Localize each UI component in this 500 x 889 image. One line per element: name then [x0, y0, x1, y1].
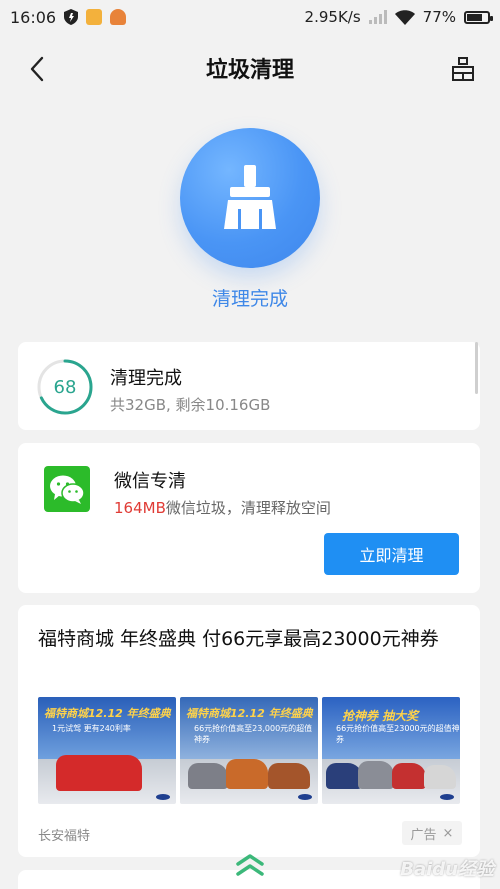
car-illustration — [326, 763, 362, 789]
storage-card-subtitle: 共32GB, 剩余10.16GB — [110, 396, 271, 414]
storage-summary-card[interactable]: 68 清理完成 共32GB, 剩余10.16GB — [18, 342, 480, 430]
ad-source: 长安福特 — [38, 829, 91, 844]
car-illustration — [226, 759, 268, 789]
network-speed: 2.95K/s — [304, 8, 361, 26]
watermark: Baidu经验 — [400, 859, 494, 880]
ad-image-subline: 66元抢价值高至23000元的超值神券 — [336, 724, 460, 744]
ad-image-headline: 福特商城12.12 年终盛典 — [44, 707, 171, 720]
cleanup-status-label: 清理完成 — [211, 288, 288, 310]
scroll-up-icon[interactable] — [235, 852, 265, 878]
ad-image-3[interactable]: 抢神券 抽大奖 66元抢价值高至23000元的超值神券 — [322, 697, 460, 804]
shield-icon — [64, 9, 79, 25]
car-illustration — [392, 763, 426, 789]
app-notification-icon — [86, 9, 103, 25]
car-illustration — [424, 765, 456, 789]
status-notification-icons — [64, 9, 127, 25]
ford-logo — [298, 794, 312, 800]
navigation-bar: 垃圾清理 — [0, 38, 500, 98]
wechat-card-description: 164MB微信垃圾，清理释放空间 — [114, 497, 331, 518]
wifi-icon — [394, 9, 415, 25]
status-right-group: 2.95K/s 77% — [304, 8, 493, 26]
wechat-junk-text: 微信垃圾，清理释放空间 — [165, 499, 331, 517]
wechat-card-title: 微信专清 — [114, 471, 186, 492]
cleanup-status-circle — [180, 128, 320, 268]
car-illustration — [358, 761, 394, 789]
broom-icon — [224, 165, 276, 229]
ad-image-headline: 抢神券 抽大奖 — [342, 709, 419, 723]
signal-icon — [368, 10, 387, 24]
car-illustration — [268, 763, 310, 789]
clean-tool-button[interactable] — [446, 52, 480, 86]
clean-tool-icon — [452, 57, 474, 81]
back-button[interactable] — [20, 52, 54, 86]
car-illustration — [188, 763, 228, 789]
status-bar: 16:06 2.95K/s 77% — [0, 0, 500, 34]
clean-now-button[interactable]: 立即清理 — [324, 533, 459, 575]
battery-icon — [464, 10, 493, 24]
ad-close-icon[interactable]: × — [443, 826, 454, 841]
app-notification-icon — [110, 9, 127, 25]
ad-image-subline: 66元抢价值高至23,000元的超值神券 — [194, 724, 313, 744]
ad-image-headline: 福特商城12.12 年终盛典 — [186, 707, 313, 720]
battery-percent: 77% — [422, 8, 456, 26]
back-arrow-icon — [30, 56, 44, 82]
wechat-icon — [44, 466, 90, 512]
ad-image-subline: 1元试驾 更有240利率 — [52, 724, 131, 733]
car-illustration — [56, 755, 142, 791]
ad-image-2[interactable]: 福特商城12.12 年终盛典 66元抢价值高至23,000元的超值神券 — [180, 697, 318, 804]
ad-title: 福特商城 年终盛典 付66元享最高23000元神券 — [38, 628, 439, 650]
ad-label: 广告 — [410, 827, 437, 843]
ford-logo — [156, 794, 170, 800]
status-time: 16:06 — [10, 7, 57, 27]
page-title: 垃圾清理 — [205, 58, 294, 83]
storage-card-title: 清理完成 — [110, 368, 182, 389]
ad-card[interactable]: 福特商城 年终盛典 付66元享最高23000元神券 福特商城12.12 年终盛典… — [18, 605, 480, 857]
scrollbar[interactable] — [475, 342, 478, 394]
storage-score: 68 — [53, 376, 77, 398]
ford-logo — [440, 794, 454, 800]
wechat-junk-size: 164MB — [114, 499, 166, 517]
ad-image-1[interactable]: 福特商城12.12 年终盛典 1元试驾 更有240利率 — [38, 697, 176, 804]
wechat-clean-card: 微信专清 164MB微信垃圾，清理释放空间 立即清理 — [18, 443, 480, 593]
ad-tag[interactable]: 广告 × — [402, 821, 462, 845]
